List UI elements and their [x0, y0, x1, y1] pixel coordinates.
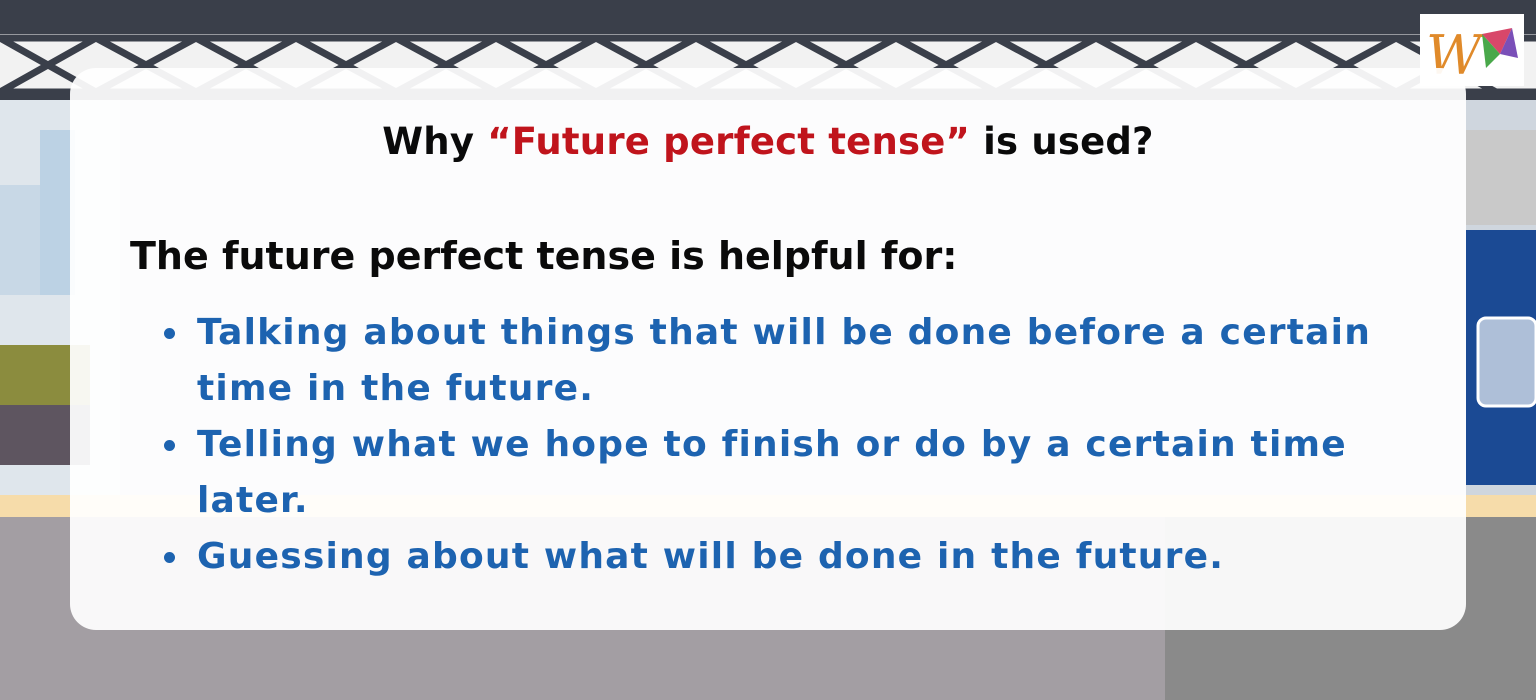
bullet-item: Telling what we hope to finish or do by … [160, 417, 1400, 529]
bullet-text: Guessing about what will be done in the … [197, 536, 1225, 577]
bullet-dot-icon [164, 552, 175, 563]
bullet-item: Guessing about what will be done in the … [160, 529, 1400, 585]
intro-text: The future perfect tense is helpful for: [130, 234, 958, 278]
bullet-text: Talking about things that will be done b… [197, 312, 1372, 409]
heading-highlight: “Future perfect tense” [487, 120, 971, 163]
heading-prefix: Why [382, 120, 488, 163]
bullet-dot-icon [164, 440, 175, 451]
bullet-text: Telling what we hope to finish or do by … [197, 424, 1347, 521]
bullet-item: Talking about things that will be done b… [160, 305, 1400, 417]
bullet-dot-icon [164, 328, 175, 339]
bullet-list: Talking about things that will be done b… [160, 305, 1400, 585]
slide-heading: Why “Future perfect tense” is used? [0, 120, 1536, 163]
heading-suffix: is used? [970, 120, 1154, 163]
